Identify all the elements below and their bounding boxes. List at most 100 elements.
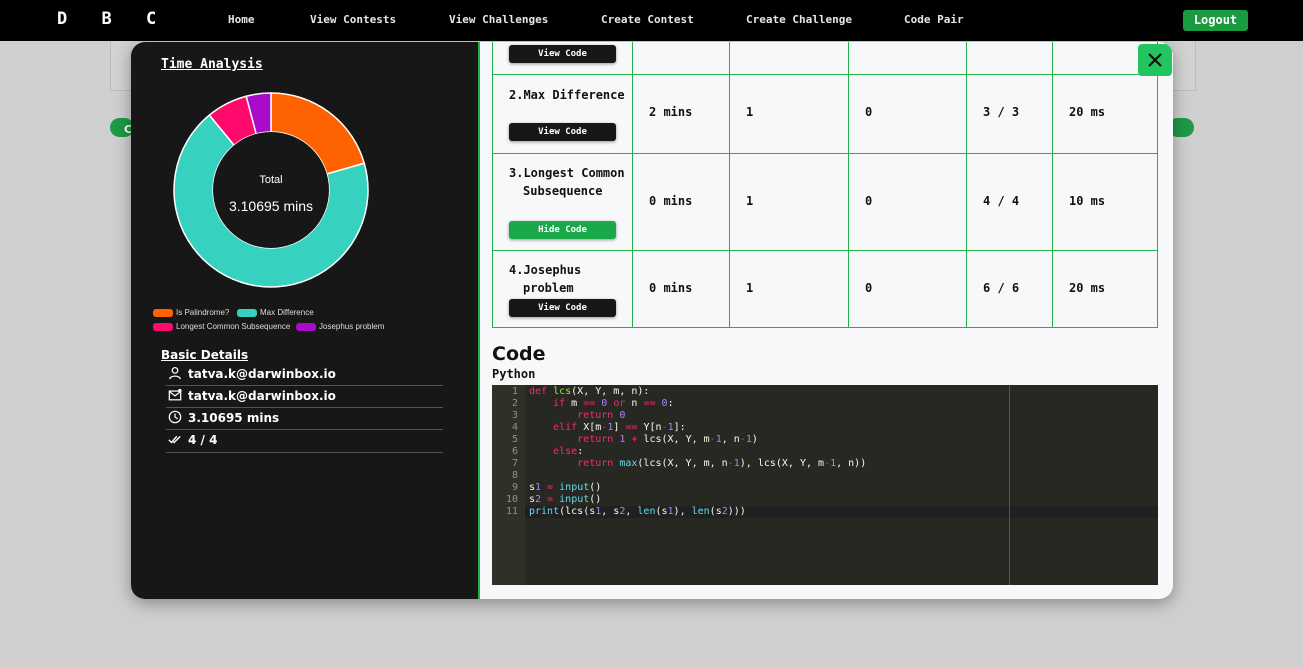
wrong-value: 0 [865,281,873,295]
view-code-button[interactable]: View Code [509,299,616,317]
legend-swatch [153,322,173,331]
brand-logo[interactable]: D B C [57,9,168,29]
print-margin [1009,385,1010,585]
nav-create-challenge[interactable]: Create Challenge [746,13,852,26]
close-icon [1148,53,1162,67]
line-number: 1 [511,386,518,397]
cell-time: 0 mins [632,154,730,250]
results-panel: View Code 2.Max Difference View Code 2 m… [480,42,1173,599]
legend-item[interactable]: Josephus problem [296,322,384,331]
analysis-panel: Time Analysis Total 3.10695 mins Is Pali… [131,42,480,599]
cell-tests [966,42,1053,74]
line-number: 4 [511,422,518,433]
legend-item[interactable]: Max Difference [237,308,314,317]
close-button[interactable] [1138,44,1172,76]
cell-wrong: 0 [848,75,967,153]
nav-create-contest[interactable]: Create Contest [601,13,694,26]
nav-code-pair[interactable]: Code Pair [904,13,964,26]
clock-icon [168,410,182,424]
time-value: 2 mins [649,105,693,119]
cell-problem: 2.Max Difference View Code [493,75,632,153]
cell-attempts: 1 [729,251,849,327]
double-check-icon [168,435,181,444]
tests-value: 3 / 3 [983,105,1020,119]
donut-center-label: Total [259,174,282,186]
problem-name: 4.Josephus problem [509,263,582,295]
legend-label: Longest Common Subsequence [176,322,291,331]
view-code-button[interactable]: View Code [509,45,616,63]
donut-center-value: 3.10695 mins [229,198,313,214]
code-line[interactable]: s1 = input() [529,482,601,494]
time-donut-chart: Total 3.10695 mins [173,92,369,288]
nav-view-contests[interactable]: View Contests [310,13,396,26]
detail-name: tatva.k@darwinbox.io [166,364,443,386]
legend-item[interactable]: Is Palindrome? [153,308,229,317]
line-number-gutter: 1 2 3 4 5 6 7 8 9 10 11 [492,385,525,585]
legend-label: Josephus problem [319,322,385,331]
basic-details-title: Basic Details [161,348,249,362]
logout-button[interactable]: Logout [1183,10,1248,31]
problem-name: 2.Max Difference [509,88,625,102]
runtime-value: 10 ms [1069,194,1106,208]
line-number: 7 [511,458,518,469]
code-line[interactable]: return max(lcs(X, Y, m, n-1), lcs(X, Y, … [529,458,866,470]
cell-problem: View Code [493,42,632,74]
cell-tests: 4 / 4 [966,154,1053,250]
view-code-button[interactable]: View Code [509,123,616,141]
wrong-value: 0 [865,105,873,119]
cell-wrong: 0 [848,154,967,250]
submission-modal: Time Analysis Total 3.10695 mins Is Pali… [131,42,1173,599]
detail-email: tatva.k@darwinbox.io [166,386,443,408]
cell-runtime: 10 ms [1052,154,1158,250]
cell-attempts [729,42,849,74]
code-line[interactable]: s2 = input() [529,494,601,506]
code-line[interactable]: elif X[m-1] == Y[n-1]: [529,422,686,434]
legend-swatch [296,322,316,331]
code-line[interactable]: else: [529,446,583,458]
table-row: 4.Josephus problem View Code 0 mins 1 0 … [492,251,1158,328]
runtime-value: 20 ms [1069,281,1106,295]
cell-attempts: 1 [729,75,849,153]
detail-time: 3.10695 mins [166,408,443,430]
legend-item[interactable]: Longest Common Subsequence [153,322,290,331]
attempts-value: 1 [746,194,754,208]
problem-name: 3.Longest Common Subsequence [509,166,625,198]
legend-label: Max Difference [260,308,314,317]
detail-solved: 4 / 4 [166,430,443,453]
cell-wrong: 0 [848,251,967,327]
table-row: 2.Max Difference View Code 2 mins 1 0 3 … [492,75,1158,154]
cell-runtime: 20 ms [1052,75,1158,153]
time-value: 0 mins [649,194,693,208]
time-value: 0 mins [649,281,693,295]
attempts-value: 1 [746,105,754,119]
attempts-value: 1 [746,281,754,295]
donut-hole [213,132,329,248]
nav-home[interactable]: Home [228,13,255,26]
wrong-value: 0 [865,194,873,208]
code-heading: Code [492,343,546,365]
line-number: 10 [505,494,518,505]
code-editor[interactable]: 1 2 3 4 5 6 7 8 9 10 11 def lcs(X, Y, m, n): if m … [492,385,1158,585]
line-number: 11 [505,506,518,517]
legend-swatch [153,308,173,317]
cell-tests: 3 / 3 [966,75,1053,153]
tests-value: 6 / 6 [983,281,1020,295]
navbar: D B C Home View Contests View Challenges… [0,0,1303,41]
code-line[interactable]: def lcs(X, Y, m, n): [529,386,649,398]
cell-time: 2 mins [632,75,730,153]
cell-runtime: 20 ms [1052,251,1158,327]
cell-attempts: 1 [729,154,849,250]
table-row: 3.Longest Common Subsequence Hide Code 0… [492,154,1158,251]
code-line[interactable]: return 0 [529,410,625,422]
code-line[interactable]: return 1 + lcs(X, Y, m-1, n-1) [529,434,758,446]
cell-tests: 6 / 6 [966,251,1053,327]
line-number: 2 [511,398,518,409]
code-line[interactable]: print(lcs(s1, s2, len(s1), len(s2))) [529,506,746,518]
user-icon [169,366,181,380]
nav-view-challenges[interactable]: View Challenges [449,13,548,26]
cell-problem: 4.Josephus problem View Code [493,251,632,327]
code-line[interactable]: if m == 0 or n == 0: [529,398,674,410]
hide-code-button[interactable]: Hide Code [509,221,616,239]
legend-swatch [237,308,257,317]
detail-name-value: tatva.k@darwinbox.io [188,367,336,381]
